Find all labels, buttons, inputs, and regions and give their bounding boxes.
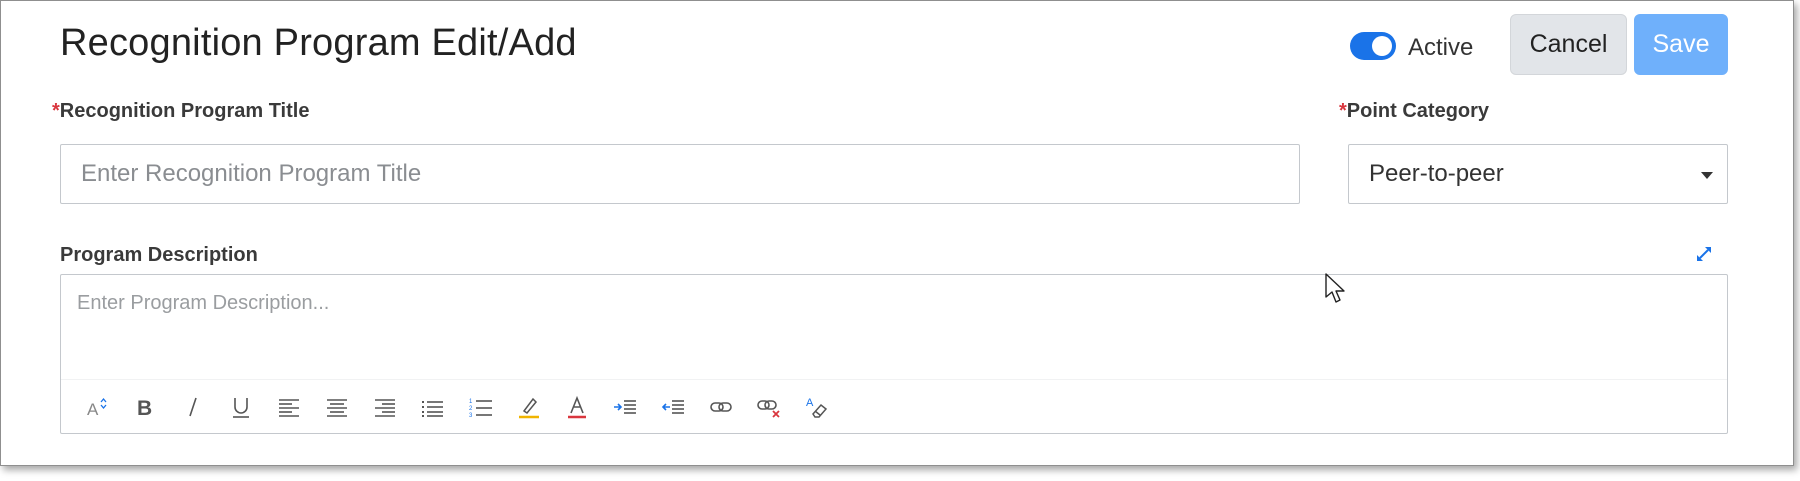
- remove-link-icon[interactable]: [745, 387, 793, 427]
- outdent-icon[interactable]: [649, 387, 697, 427]
- expand-icon[interactable]: [1695, 245, 1713, 263]
- active-label: Active: [1408, 34, 1474, 61]
- save-button[interactable]: Save: [1634, 14, 1728, 75]
- program-title-label: *Recognition Program Title: [52, 100, 309, 123]
- point-category-select[interactable]: Peer-to-peer: [1348, 144, 1728, 204]
- italic-icon[interactable]: [169, 387, 217, 427]
- font-size-icon[interactable]: A: [73, 387, 121, 427]
- program-title-input[interactable]: [60, 144, 1300, 204]
- editor-toolbar: A B 123 A: [61, 379, 1727, 433]
- indent-icon[interactable]: [601, 387, 649, 427]
- svg-text:A: A: [806, 397, 814, 409]
- program-title-label-text: Recognition Program Title: [59, 100, 310, 122]
- svg-text:A: A: [87, 400, 99, 419]
- svg-text:3: 3: [469, 413, 473, 419]
- caret-down-icon: [1701, 172, 1713, 179]
- point-category-value: Peer-to-peer: [1369, 160, 1504, 187]
- insert-link-icon[interactable]: [697, 387, 745, 427]
- svg-text:B: B: [137, 397, 152, 420]
- svg-text:1: 1: [469, 399, 473, 405]
- active-toggle[interactable]: [1350, 32, 1396, 60]
- point-category-label-text: Point Category: [1346, 100, 1490, 122]
- bulleted-list-icon[interactable]: [409, 387, 457, 427]
- program-edit-panel: Recognition Program Edit/Add Active Canc…: [0, 0, 1794, 466]
- point-category-label: *Point Category: [1339, 100, 1489, 123]
- align-left-icon[interactable]: [265, 387, 313, 427]
- description-editor: Enter Program Description... A B 1 2 3 A: [60, 274, 1728, 434]
- align-right-icon[interactable]: [361, 387, 409, 427]
- description-label: Program Description: [60, 244, 258, 266]
- cancel-button[interactable]: Cancel: [1510, 14, 1627, 75]
- clear-formatting-icon[interactable]: A: [793, 387, 841, 427]
- mouse-cursor-icon: [1325, 273, 1345, 303]
- underline-icon[interactable]: [217, 387, 265, 427]
- align-center-icon[interactable]: [313, 387, 361, 427]
- svg-text:2: 2: [469, 406, 473, 412]
- font-color-icon[interactable]: [553, 387, 601, 427]
- highlight-color-icon[interactable]: [505, 387, 553, 427]
- bold-icon[interactable]: B: [121, 387, 169, 427]
- page-title: Recognition Program Edit/Add: [60, 22, 577, 64]
- required-mark: *: [1339, 100, 1347, 122]
- numbered-list-icon[interactable]: 123: [457, 387, 505, 427]
- toggle-knob: [1372, 36, 1392, 56]
- required-mark: *: [52, 100, 60, 122]
- description-input[interactable]: Enter Program Description...: [61, 275, 1727, 381]
